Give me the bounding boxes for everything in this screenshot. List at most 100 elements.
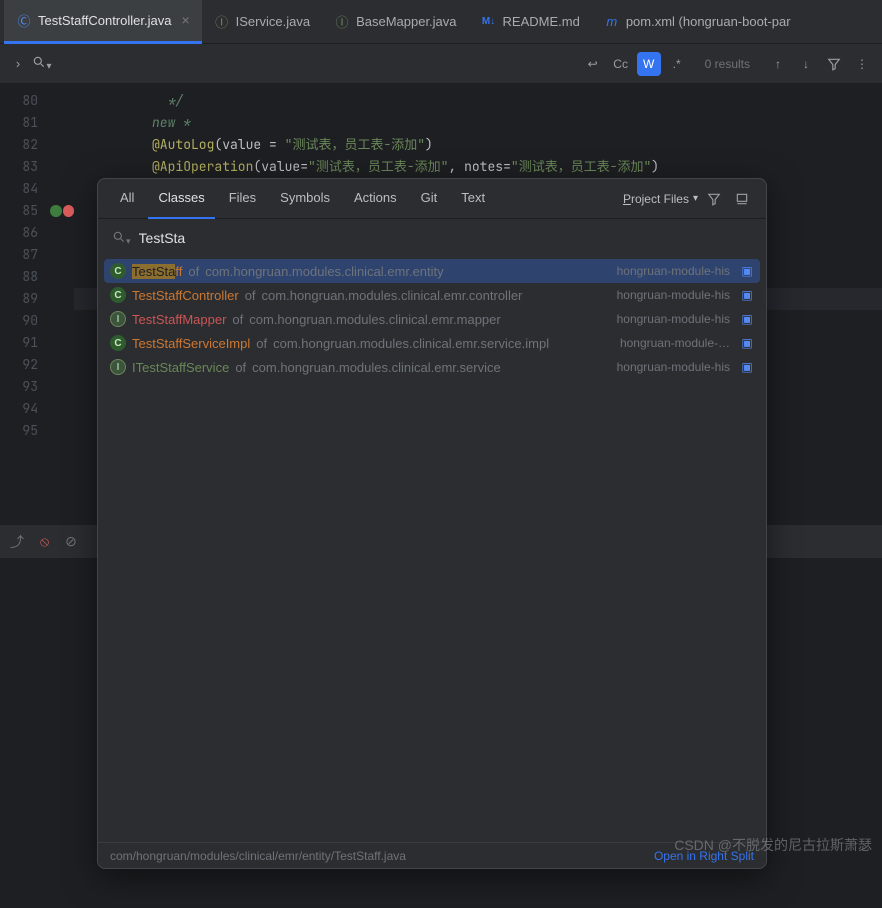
line-number: 84	[0, 178, 50, 200]
result-package: com.hongruan.modules.clinical.emr.servic…	[252, 360, 501, 375]
search-input-row: ▾	[98, 219, 766, 257]
tab-readme[interactable]: M↓ README.md	[469, 0, 592, 44]
tab-label: Files	[229, 190, 256, 205]
module-icon: ▣	[740, 360, 754, 374]
line-number: 95	[0, 420, 50, 442]
module-icon: ▣	[740, 264, 754, 278]
tab-label: IService.java	[236, 14, 310, 29]
search-everywhere-input[interactable]	[139, 230, 752, 246]
maven-icon: m	[604, 14, 620, 30]
search-scope-dropdown[interactable]: Project Files ▾	[623, 192, 698, 206]
stop-icon[interactable]: ⦸	[40, 533, 49, 550]
tab-label: Git	[421, 190, 438, 205]
result-of: of	[188, 264, 199, 279]
line-number: 87	[0, 244, 50, 266]
upload-icon[interactable]: ⤴	[10, 532, 24, 552]
result-name: TestStaffServiceImpl	[132, 336, 250, 351]
line-number: 83	[0, 156, 50, 178]
tab-label: Symbols	[280, 190, 330, 205]
annotation-autolog: @AutoLog	[152, 136, 214, 153]
result-module: hongruan-module-his	[617, 360, 730, 374]
search-result-row[interactable]: I TestStaffMapper of com.hongruan.module…	[104, 307, 760, 331]
search-footer: com/hongruan/modules/clinical/emr/entity…	[98, 842, 766, 868]
tab-label: Actions	[354, 190, 397, 205]
module-icon: ▣	[740, 336, 754, 350]
result-name: TestStaff	[132, 264, 182, 279]
search-tabs: All Classes Files Symbols Actions Git Te…	[98, 179, 766, 219]
scope-mnemonic: P	[623, 192, 631, 206]
words-button[interactable]: W	[637, 52, 661, 76]
open-in-split-link[interactable]: Open in Right Split	[654, 849, 754, 863]
filter-icon[interactable]	[822, 52, 846, 76]
search-tab-files[interactable]: Files	[219, 179, 266, 219]
regex-button[interactable]: .*	[665, 52, 689, 76]
more-icon[interactable]: ⋮	[850, 52, 874, 76]
search-result-row[interactable]: C TestStaffServiceImpl of com.hongruan.m…	[104, 331, 760, 355]
result-module: hongruan-module-his	[617, 288, 730, 302]
code-new: new *	[152, 114, 191, 131]
result-name: TestStaffController	[132, 288, 239, 303]
code-comment: */	[168, 92, 184, 109]
line-number: 81	[0, 112, 50, 134]
line-number: 86	[0, 222, 50, 244]
result-package: com.hongruan.modules.clinical.emr.servic…	[273, 336, 549, 351]
breakpoint-icon	[63, 205, 75, 217]
result-name: TestStaffMapper	[132, 312, 226, 327]
line-number: 80	[0, 90, 50, 112]
search-tab-all[interactable]: All	[110, 179, 144, 219]
line-number: 92	[0, 354, 50, 376]
search-everywhere-popup: All Classes Files Symbols Actions Git Te…	[97, 178, 767, 869]
match-case-button[interactable]: Cc	[609, 52, 633, 76]
pin-icon[interactable]	[730, 187, 754, 211]
close-icon[interactable]: ×	[181, 12, 189, 28]
filter-icon[interactable]	[702, 187, 726, 211]
search-tab-git[interactable]: Git	[411, 179, 448, 219]
param-value: value	[222, 136, 261, 153]
string-literal: "测试表，员工表-添加"	[285, 136, 425, 153]
tab-label: Text	[461, 190, 485, 205]
class-icon: C	[110, 335, 126, 351]
find-results-count: 0 results	[705, 57, 750, 71]
find-controls: ↩ Cc W .* 0 results ↑ ↓ ⋮	[581, 52, 874, 76]
string-literal: "测试表，员工表-添加"	[511, 158, 651, 175]
search-result-row[interactable]: C TestStaffController of com.hongruan.mo…	[104, 283, 760, 307]
tab-basemapper[interactable]: Ⓘ BaseMapper.java	[322, 0, 468, 44]
tab-label: TestStaffController.java	[38, 13, 171, 28]
gutter-marks	[50, 84, 74, 524]
tab-label: README.md	[503, 14, 580, 29]
search-tab-text[interactable]: Text	[451, 179, 495, 219]
tab-iservice[interactable]: Ⓘ IService.java	[202, 0, 322, 44]
search-icon: ▾	[112, 230, 131, 247]
disable-icon[interactable]: ⊘	[65, 533, 77, 550]
prev-match-icon[interactable]: ↑	[766, 52, 790, 76]
find-history-icon[interactable]: ↩	[581, 52, 605, 76]
result-module: hongruan-module-his	[617, 264, 730, 278]
param-notes: notes	[464, 158, 503, 175]
search-result-row[interactable]: C TestStaff of com.hongruan.modules.clin…	[104, 259, 760, 283]
result-package: com.hongruan.modules.clinical.emr.mapper	[249, 312, 500, 327]
find-input[interactable]	[56, 56, 581, 71]
expand-find-icon[interactable]: ›	[8, 56, 28, 71]
line-gutter: 80 81 82 83 84 85 86 87 88 89 90 91 92 9…	[0, 84, 50, 524]
string-literal: "测试表，员工表-添加"	[308, 158, 448, 175]
interface-icon: I	[110, 311, 126, 327]
result-of: of	[245, 288, 256, 303]
search-icon[interactable]: ▾	[28, 55, 56, 72]
tab-teststaffcontroller[interactable]: Ⓒ TestStaffController.java ×	[4, 0, 202, 44]
gutter-run-marks[interactable]	[50, 200, 74, 222]
result-of: of	[256, 336, 267, 351]
line-number: 85	[0, 200, 50, 222]
next-match-icon[interactable]: ↓	[794, 52, 818, 76]
tab-label: All	[120, 190, 134, 205]
line-number: 82	[0, 134, 50, 156]
find-bar: › ▾ ↩ Cc W .* 0 results ↑ ↓ ⋮	[0, 44, 882, 84]
markdown-icon: M↓	[481, 14, 497, 30]
search-result-row[interactable]: I ITestStaffService of com.hongruan.modu…	[104, 355, 760, 379]
search-tab-actions[interactable]: Actions	[344, 179, 407, 219]
line-number: 88	[0, 266, 50, 288]
param-value: value	[261, 158, 300, 175]
search-tab-symbols[interactable]: Symbols	[270, 179, 340, 219]
search-tab-classes[interactable]: Classes	[148, 179, 214, 219]
result-module: hongruan-module-…	[620, 336, 730, 350]
tab-pom[interactable]: m pom.xml (hongruan-boot-par	[592, 0, 803, 44]
